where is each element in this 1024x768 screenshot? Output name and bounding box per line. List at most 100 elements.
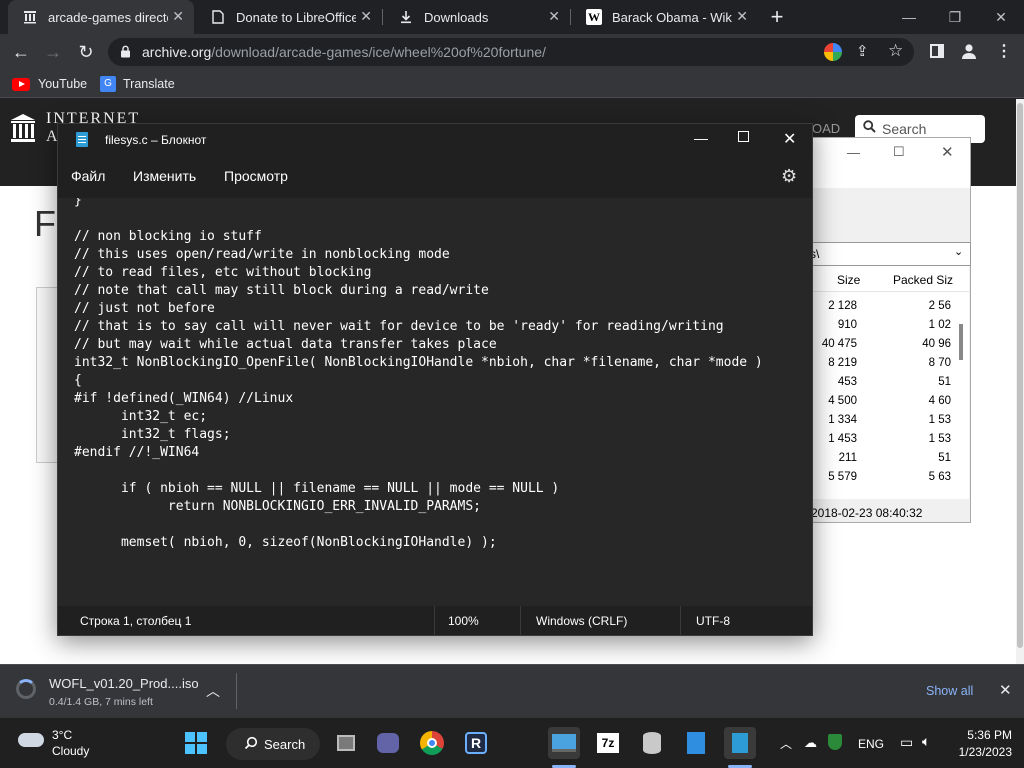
bookmark-label: YouTube [38,77,88,91]
taskbar-search[interactable]: Search [226,728,320,760]
restore-icon[interactable]: ❐ [932,0,978,34]
profile-icon[interactable] [960,42,978,65]
notepad-maximize-icon[interactable] [738,131,749,142]
bookmark-star-icon[interactable]: ☆ [888,41,903,61]
row-packed-size: 8 70 [928,357,951,369]
chevron-down-icon[interactable]: ⌄ [954,245,963,258]
menu-edit[interactable]: Изменить [133,168,196,184]
wikipedia-icon: W [586,9,602,25]
google-lens-icon[interactable] [824,43,842,61]
zip-minimize-icon[interactable]: — [847,145,860,160]
url-host: archive.org [142,44,212,60]
row-size: 8 219 [828,357,857,369]
new-tab-button[interactable]: + [764,4,790,30]
language-indicator[interactable]: ENG [858,737,884,751]
row-size: 40 475 [821,338,857,350]
table-row[interactable]: 2 128 2 56 [811,298,957,317]
zip-close-icon[interactable]: ✕ [941,143,954,161]
teams-chat-icon[interactable] [372,727,404,759]
column-packed-size[interactable]: Packed Siz [893,273,953,287]
tab-barack-obama[interactable]: W Barack Obama - Wikip ✕ [572,0,758,34]
r-app-icon[interactable]: R [460,727,492,759]
security-shield-icon[interactable] [828,734,842,750]
chevron-up-icon[interactable]: ︿ [780,735,792,752]
table-row[interactable]: 5 579 5 63 [811,469,957,488]
task-view-icon[interactable] [330,727,362,759]
page-scrollbar[interactable] [1016,99,1024,664]
close-download-bar-icon[interactable]: ✕ [999,681,1012,699]
close-tab-icon[interactable]: ✕ [548,8,560,25]
chrome-icon[interactable] [416,727,448,759]
notepad-minimize-icon[interactable]: — [694,130,708,146]
column-size[interactable]: Size [837,273,860,287]
table-row[interactable]: 453 51 [811,374,957,393]
weather-temp: 3°C [52,728,73,742]
notepad-text-area[interactable]: } // non blocking io stuff // this uses op… [58,198,812,606]
database-icon[interactable] [636,727,668,759]
clock-date[interactable]: 1/23/2023 [954,745,1012,759]
tab-label: Donate to LibreOffice | [236,9,356,25]
table-row[interactable]: 8 219 8 70 [811,355,957,374]
zip-maximize-icon[interactable]: ☐ [893,144,905,160]
clock-time[interactable]: 5:36 PM [954,728,1012,742]
back-arrow-icon[interactable]: ← [8,40,34,64]
row-size: 5 579 [828,471,857,483]
upload-link[interactable]: OAD [812,121,840,136]
row-size: 4 500 [828,395,857,407]
zip-column-header: Size Packed Siz [811,266,969,292]
show-all-button[interactable]: Show all [926,684,973,698]
tab-separator [382,9,383,25]
menu-view[interactable]: Просмотр [224,168,288,184]
volume-icon[interactable]: 🔈︎ [922,733,930,750]
desktop-app-icon[interactable] [548,727,580,759]
tab-donate-libreoffice[interactable]: Donate to LibreOffice | ✕ [196,0,382,34]
share-icon[interactable]: ⇪ [856,42,869,60]
document-icon[interactable] [680,727,712,759]
table-row[interactable]: 4 500 4 60 [811,393,957,412]
reload-icon[interactable]: ↻ [73,40,99,64]
onedrive-icon[interactable]: ☁ [804,735,817,751]
notepad-close-icon[interactable]: ✕ [783,129,796,149]
forward-arrow-icon[interactable]: → [40,40,66,64]
close-tab-icon[interactable]: ✕ [360,8,372,25]
table-row[interactable]: 211 51 [811,450,957,469]
close-window-icon[interactable]: ✕ [978,0,1024,34]
search-icon [863,120,876,138]
status-separator [434,606,435,635]
minimize-icon[interactable]: — [886,0,932,34]
tab-downloads[interactable]: Downloads ✕ [384,0,570,34]
code-line: #if !defined(_WIN64) //Linux [74,391,294,406]
seven-zip-icon[interactable]: 7z [592,727,624,759]
tab-arcade-games[interactable]: arcade-games director ✕ [8,0,194,34]
search-label: Search [264,736,306,752]
row-size: 1 453 [828,433,857,445]
zip-scrollbar-thumb[interactable] [959,324,963,360]
notepad-taskbar-icon[interactable] [724,727,756,759]
more-menu-icon[interactable]: ⋮ [996,41,1012,61]
weather-widget[interactable]: 3°C Cloudy [14,727,174,761]
table-row[interactable]: 1 334 1 53 [811,412,957,431]
settings-gear-icon[interactable]: ⚙ [781,166,797,187]
row-size: 1 334 [828,414,857,426]
menu-file[interactable]: Файл [71,168,105,184]
status-separator [520,606,521,635]
address-bar[interactable]: archive.org/download/arcade-games/ice/wh… [108,38,914,66]
notepad-app-icon [76,132,88,147]
close-tab-icon[interactable]: ✕ [172,8,184,25]
tab-label: arcade-games director [48,9,168,25]
side-panel-icon[interactable] [930,44,944,58]
table-row[interactable]: 1 453 1 53 [811,431,957,450]
table-row[interactable]: 910 1 02 [811,317,957,336]
table-row[interactable]: 40 475 40 96 [811,336,957,355]
chevron-up-icon[interactable]: ︿ [206,681,220,701]
close-tab-icon[interactable]: ✕ [736,8,748,25]
bookmark-translate[interactable]: G Translate [100,74,175,94]
row-packed-size: 40 96 [922,338,951,350]
download-item[interactable]: WOFL_v01.20_Prod....iso 0.4/1.4 GB, 7 mi… [10,671,232,711]
file-table-edge [36,287,58,463]
display-icon[interactable]: ▭ [900,734,913,751]
bookmark-youtube[interactable]: YouTube [12,74,87,94]
windows-start-icon[interactable] [180,727,212,759]
zip-path-field[interactable]: s\ ⌄ [801,242,971,266]
scrollbar-thumb[interactable] [1017,103,1023,648]
